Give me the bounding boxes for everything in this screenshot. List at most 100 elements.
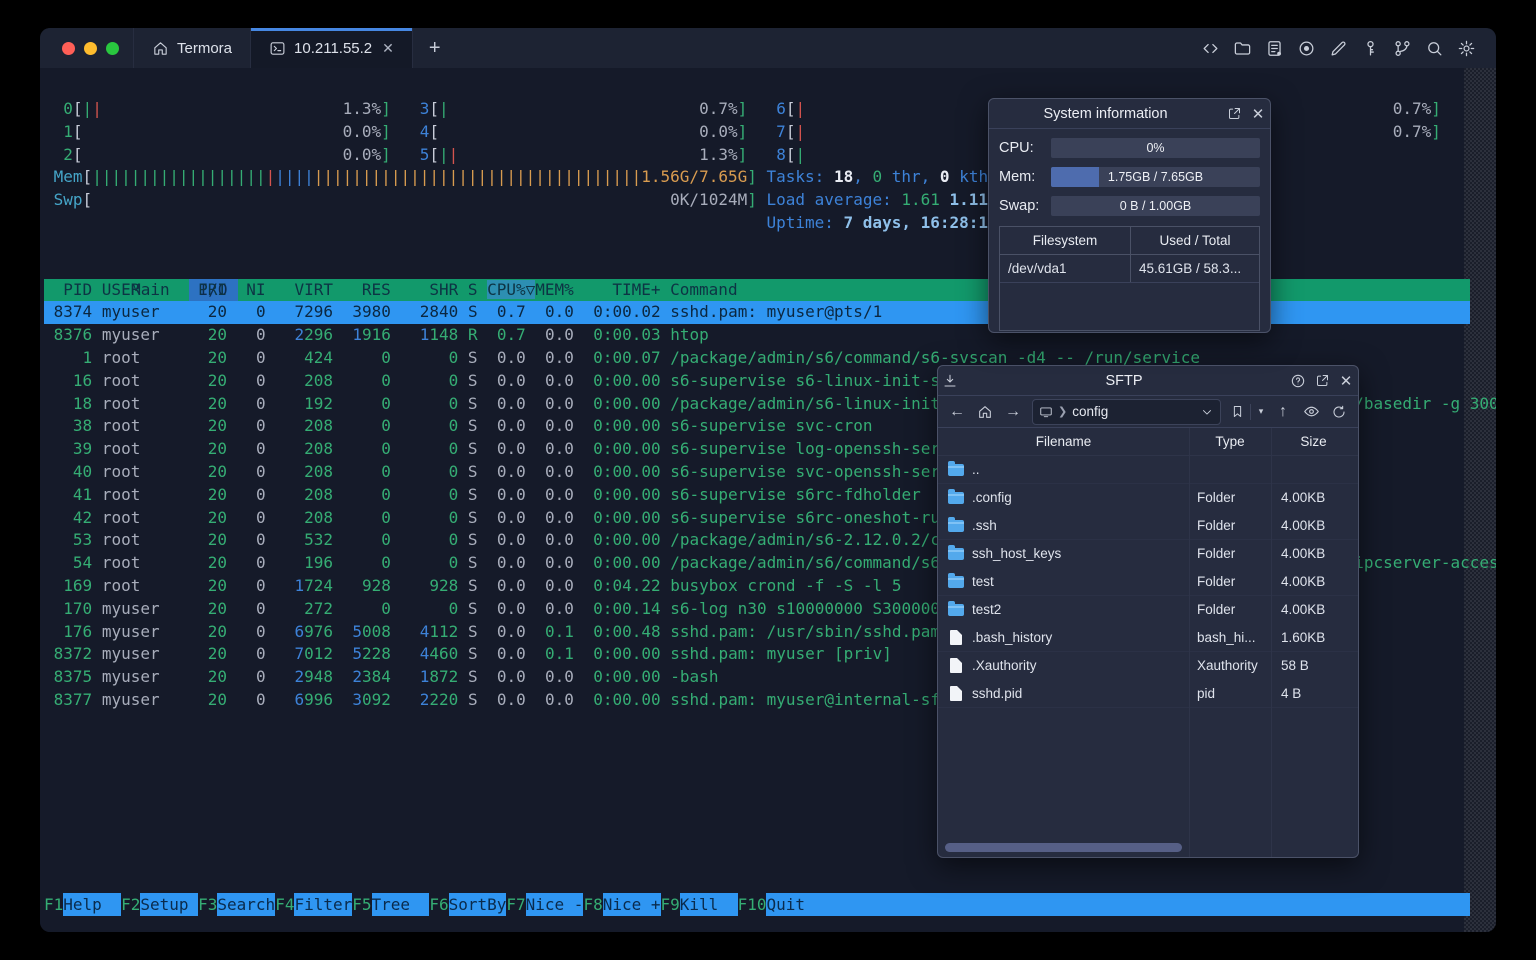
fn-key-f8[interactable]: F8 — [583, 893, 602, 916]
zoom-window-button[interactable] — [106, 41, 119, 55]
file-row[interactable]: .bash_history bash_hi... 1.60KB — [938, 624, 1358, 652]
computer-icon — [1040, 406, 1052, 417]
size-col-header[interactable]: Size — [1271, 428, 1356, 455]
file-row[interactable]: test2 Folder 4.00KB — [938, 596, 1358, 624]
htop-meter-line: 2[ 0.0%] 5[|| 1.3%] 8[| — [63, 144, 806, 164]
file-name: test — [972, 574, 994, 589]
chevron-down-icon[interactable] — [1200, 405, 1214, 419]
bookmark-caret-icon[interactable]: ▾ — [1254, 400, 1268, 424]
fn-label-f5[interactable]: Tree — [371, 893, 430, 916]
close-window-button[interactable] — [62, 41, 75, 55]
file-type: Folder — [1197, 518, 1236, 533]
sftp-title: SFTP — [1105, 372, 1143, 389]
close-panel-icon[interactable]: ✕ — [1334, 370, 1358, 392]
fn-key-f7[interactable]: F7 — [506, 893, 525, 916]
file-row[interactable]: sshd.pid pid 4 B — [938, 680, 1358, 708]
fn-key-f2[interactable]: F2 — [121, 893, 140, 916]
file-row[interactable]: ssh_host_keys Folder 4.00KB — [938, 540, 1358, 568]
fn-key-f4[interactable]: F4 — [275, 893, 294, 916]
swap-usage-bar: 0 B / 1.00GB — [1051, 196, 1260, 216]
popout-icon[interactable] — [1222, 103, 1246, 125]
search-icon[interactable] — [1425, 39, 1444, 58]
file-row[interactable]: .ssh Folder 4.00KB — [938, 512, 1358, 540]
download-icon[interactable] — [938, 370, 962, 392]
file-name: .bash_history — [972, 630, 1053, 645]
home-icon[interactable] — [972, 400, 998, 424]
file-row[interactable]: .. — [938, 456, 1358, 484]
cpu-usage-value: 0% — [1146, 141, 1165, 155]
home-tab-label: Termora — [177, 39, 233, 57]
file-type: Folder — [1197, 546, 1236, 561]
fn-key-f1[interactable]: F1 — [44, 893, 63, 916]
active-tab-label: 10.211.55.2 — [294, 39, 373, 57]
sftp-file-table: Filename Type Size .. .config Folder 4.00KB… — [938, 428, 1358, 857]
back-icon[interactable]: ← — [944, 400, 970, 424]
fn-label-f7[interactable]: Nice - — [525, 893, 584, 916]
tab-termora-home[interactable]: Termora — [133, 28, 252, 68]
fn-label-f4[interactable]: Filter — [294, 893, 353, 916]
folder-icon — [948, 572, 964, 588]
up-directory-icon[interactable]: ↑ — [1270, 400, 1296, 424]
log-icon[interactable] — [1265, 39, 1284, 58]
popout-icon[interactable] — [1310, 370, 1334, 392]
path-value: config — [1072, 404, 1109, 419]
file-row[interactable]: test Folder 4.00KB — [938, 568, 1358, 596]
file-size: 4 B — [1281, 686, 1302, 701]
sftp-titlebar: SFTP ✕ — [938, 366, 1358, 396]
type-col-header[interactable]: Type — [1189, 428, 1271, 455]
settings-icon[interactable] — [1457, 39, 1476, 58]
file-size: 4.00KB — [1281, 546, 1326, 561]
folder-icon[interactable] — [1233, 39, 1252, 58]
titlebar: Termora 10.211.55.2 ✕ + — [40, 28, 1496, 68]
refresh-icon[interactable] — [1326, 400, 1352, 424]
bookmark-icon[interactable] — [1227, 400, 1247, 424]
file-size: 4.00KB — [1281, 574, 1326, 589]
forward-icon[interactable]: → — [1000, 400, 1026, 424]
tab-remote-host[interactable]: 10.211.55.2 ✕ — [251, 28, 413, 68]
filesystem-name: /dev/vda1 — [1000, 255, 1131, 282]
fn-label-f1[interactable]: Help — [63, 893, 122, 916]
new-tab-button[interactable]: + — [413, 28, 457, 68]
path-separator: ❯ — [1058, 406, 1068, 418]
system-information-titlebar: System information ✕ — [989, 99, 1270, 129]
file-row[interactable]: .config Folder 4.00KB — [938, 484, 1358, 512]
swap-label: Swap: — [999, 198, 1040, 214]
fn-key-f6[interactable]: F6 — [429, 893, 448, 916]
fn-label-f6[interactable]: SortBy — [448, 893, 507, 916]
path-input[interactable]: ❯ config — [1032, 398, 1221, 425]
used-total-col-header: Used / Total — [1159, 233, 1231, 248]
fn-label-f8[interactable]: Nice + — [602, 893, 661, 916]
file-size: 1.60KB — [1281, 630, 1326, 645]
file-name: .. — [972, 462, 980, 477]
edit-icon[interactable] — [1329, 39, 1348, 58]
close-panel-icon[interactable]: ✕ — [1246, 103, 1270, 125]
key-icon[interactable] — [1361, 39, 1380, 58]
file-type: bash_hi... — [1197, 630, 1256, 645]
filesystem-table: Filesystem Used / Total /dev/vda1 45.61G… — [999, 226, 1260, 331]
fn-label-f9[interactable]: Kill — [679, 893, 738, 916]
record-icon[interactable] — [1297, 39, 1316, 58]
fn-key-f5[interactable]: F5 — [352, 893, 371, 916]
cpu-usage-row: CPU: 0% — [999, 138, 1260, 158]
branch-icon[interactable] — [1393, 39, 1412, 58]
htop-meter-line: 1[ 0.0%] 4[ 0.0%] 7[| 0.7%] — [63, 121, 1441, 141]
fn-key-f3[interactable]: F3 — [198, 893, 217, 916]
code-icon[interactable] — [1201, 39, 1220, 58]
fn-key-f10[interactable]: F10 — [738, 893, 767, 916]
filesystem-row[interactable]: /dev/vda1 45.61GB / 58.3... — [1000, 255, 1259, 283]
minimize-window-button[interactable] — [84, 41, 97, 55]
htop-meter-line: Uptime: 7 days, 16:28:12 — [766, 212, 998, 232]
fn-label-f10[interactable]: Quit — [766, 893, 1470, 916]
fn-label-f3[interactable]: Search — [217, 893, 276, 916]
filename-col-header[interactable]: Filename — [938, 428, 1189, 455]
show-hidden-icon[interactable] — [1298, 400, 1324, 424]
fn-key-f9[interactable]: F9 — [661, 893, 680, 916]
file-icon — [950, 630, 962, 645]
horizontal-scrollbar-thumb[interactable] — [945, 843, 1182, 852]
fn-label-f2[interactable]: Setup — [140, 893, 199, 916]
swap-usage-row: Swap: 0 B / 1.00GB — [999, 196, 1260, 216]
help-icon[interactable] — [1286, 370, 1310, 392]
file-row[interactable]: .Xauthority Xauthority 58 B — [938, 652, 1358, 680]
filesystem-col-header: Filesystem — [1000, 227, 1131, 254]
close-tab-icon[interactable]: ✕ — [382, 40, 394, 57]
